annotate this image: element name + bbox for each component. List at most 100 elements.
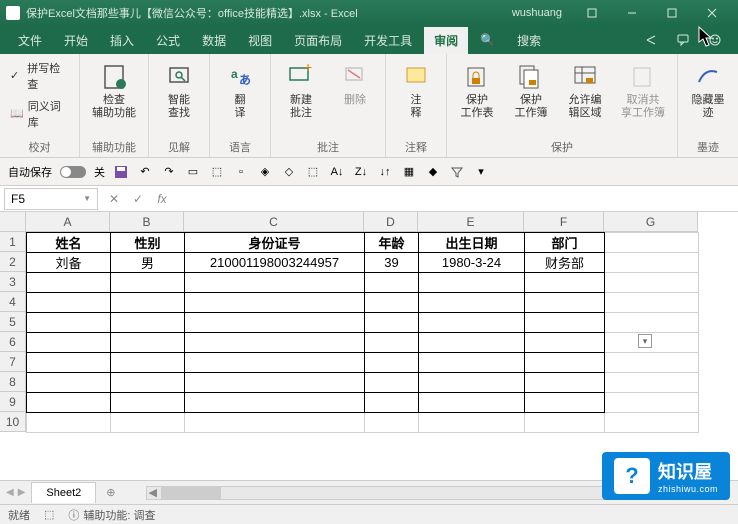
- user-name[interactable]: wushuang: [512, 7, 562, 19]
- tab-dev[interactable]: 开发工具: [354, 27, 422, 54]
- data-table[interactable]: 姓名 性别 身份证号 年龄 出生日期 部门 刘备 男 2100011980032…: [26, 232, 699, 433]
- window-title: 保护Excel文档那些事儿【微信公众号：office技能精选】.xlsx - E…: [26, 5, 502, 21]
- save-qat-icon[interactable]: [113, 164, 129, 180]
- svg-text:+: +: [304, 62, 312, 75]
- qat-tool-5[interactable]: ◇: [281, 164, 297, 180]
- group-protect: 保护 工作表 保护 工作簿 允许编 辑区域 取消共 享工作簿 保护: [447, 54, 678, 157]
- watermark-name: 知识屋: [658, 458, 718, 484]
- col-header-C[interactable]: C: [184, 212, 364, 232]
- tab-home[interactable]: 开始: [54, 27, 98, 54]
- qat-tool-2[interactable]: ⬚: [209, 164, 225, 180]
- eraser-icon[interactable]: ◆: [425, 164, 441, 180]
- thesaurus-button[interactable]: 📖同义词库: [6, 96, 73, 132]
- col-header-F[interactable]: F: [524, 212, 604, 232]
- borders-icon[interactable]: ▦: [401, 164, 417, 180]
- autosave-toggle[interactable]: [60, 166, 86, 178]
- maximize-button[interactable]: [652, 0, 692, 26]
- select-all-corner[interactable]: [0, 212, 26, 232]
- tab-layout[interactable]: 页面布局: [284, 27, 352, 54]
- cursor-icon: [698, 26, 714, 48]
- watermark: ? 知识屋 zhishiwu.com: [602, 452, 730, 500]
- status-accessibility[interactable]: ⓘ辅助功能: 调查: [68, 507, 155, 523]
- row-header-1[interactable]: 1: [0, 232, 26, 252]
- accept-fx-button[interactable]: ✓: [126, 188, 150, 210]
- sort-asc-icon[interactable]: A↓: [329, 164, 345, 180]
- cell-D1: 年龄: [365, 233, 419, 253]
- smart-lookup-button[interactable]: 智能 查找: [155, 58, 203, 124]
- sheet-tab[interactable]: Sheet2: [31, 482, 96, 503]
- col-header-G[interactable]: G: [604, 212, 698, 232]
- quick-access-toolbar: 自动保存 关 ↶ ↷ ▭ ⬚ ▫ ◈ ◇ ⬚ A↓ Z↓ ↓↑ ▦ ◆ ▾: [0, 158, 738, 186]
- col-header-A[interactable]: A: [26, 212, 110, 232]
- spreadsheet-grid[interactable]: A B C D E F G 12345678910 姓名 性别 身份证号 年龄 …: [0, 212, 738, 472]
- spell-check-button[interactable]: ✓拼写检查: [6, 58, 73, 94]
- share-button[interactable]: [636, 28, 666, 52]
- svg-text:a: a: [231, 67, 238, 81]
- hide-ink-button[interactable]: 隐藏墨 迹: [684, 58, 732, 124]
- sort-desc-icon[interactable]: Z↓: [353, 164, 369, 180]
- translate-button[interactable]: aあ翻 译: [216, 58, 264, 124]
- ribbon: ✓拼写检查 📖同义词库 校对 检查 辅助功能 辅助功能 智能 查找 见解 aあ翻…: [0, 54, 738, 158]
- paste-options-button[interactable]: ▾: [638, 334, 652, 348]
- qat-tool-6[interactable]: ⬚: [305, 164, 321, 180]
- tab-search-icon[interactable]: 🔍: [470, 28, 505, 52]
- watermark-url: zhishiwu.com: [658, 484, 718, 494]
- allow-edit-ranges-button[interactable]: 允许编 辑区域: [561, 58, 609, 124]
- row-header-7[interactable]: 7: [0, 352, 26, 372]
- tab-view[interactable]: 视图: [238, 27, 282, 54]
- ribbon-display-button[interactable]: [572, 0, 612, 26]
- row-header-5[interactable]: 5: [0, 312, 26, 332]
- delete-comment-button[interactable]: 删除: [331, 58, 379, 111]
- formula-bar: F5▼ ✕ ✓ fx: [0, 186, 738, 212]
- cancel-fx-button[interactable]: ✕: [102, 188, 126, 210]
- undo-icon[interactable]: ↶: [137, 164, 153, 180]
- redo-icon[interactable]: ↷: [161, 164, 177, 180]
- formula-input[interactable]: [174, 188, 738, 210]
- tab-insert[interactable]: 插入: [100, 27, 144, 54]
- comments-button[interactable]: [668, 28, 698, 52]
- close-button[interactable]: [692, 0, 732, 26]
- autosave-label: 自动保存: [8, 164, 52, 180]
- cell-C1: 身份证号: [185, 233, 365, 253]
- row-header-9[interactable]: 9: [0, 392, 26, 412]
- tab-review[interactable]: 审阅: [424, 27, 468, 54]
- sheet-nav[interactable]: ◀▶: [0, 487, 31, 498]
- cell-A2: 刘备: [27, 253, 111, 273]
- tab-formulas[interactable]: 公式: [146, 27, 190, 54]
- row-header-10[interactable]: 10: [0, 412, 26, 432]
- cell-E1: 出生日期: [419, 233, 525, 253]
- notes-button[interactable]: 注 释: [392, 58, 440, 124]
- qat-tool-1[interactable]: ▭: [185, 164, 201, 180]
- filter-icon[interactable]: [449, 164, 465, 180]
- unshare-workbook-button[interactable]: 取消共 享工作簿: [615, 58, 671, 124]
- qat-tool-4[interactable]: ◈: [257, 164, 273, 180]
- status-scroll-icon: ⬚: [44, 508, 54, 521]
- row-header-2[interactable]: 2: [0, 252, 26, 272]
- qat-tool-3[interactable]: ▫: [233, 164, 249, 180]
- col-header-E[interactable]: E: [418, 212, 524, 232]
- group-language: aあ翻 译 语言: [210, 54, 271, 157]
- tab-file[interactable]: 文件: [8, 27, 52, 54]
- col-header-B[interactable]: B: [110, 212, 184, 232]
- row-header-6[interactable]: 6: [0, 332, 26, 352]
- protect-sheet-button[interactable]: 保护 工作表: [453, 58, 501, 124]
- qat-more-icon[interactable]: ▾: [473, 164, 489, 180]
- row-header-8[interactable]: 8: [0, 372, 26, 392]
- row-header-3[interactable]: 3: [0, 272, 26, 292]
- sort-custom-icon[interactable]: ↓↑: [377, 164, 393, 180]
- row-header-4[interactable]: 4: [0, 292, 26, 312]
- minimize-button[interactable]: [612, 0, 652, 26]
- col-header-D[interactable]: D: [364, 212, 418, 232]
- protect-workbook-button[interactable]: 保护 工作簿: [507, 58, 555, 124]
- new-comment-button[interactable]: +新建 批注: [277, 58, 325, 124]
- name-box[interactable]: F5▼: [4, 188, 98, 210]
- tab-data[interactable]: 数据: [192, 27, 236, 54]
- group-notes: 注 释 注释: [386, 54, 447, 157]
- status-ready: 就绪: [8, 507, 30, 523]
- add-sheet-button[interactable]: ⊕: [96, 482, 125, 503]
- group-comments: +新建 批注 删除 批注: [271, 54, 386, 157]
- fx-button[interactable]: fx: [150, 188, 174, 210]
- check-accessibility-button[interactable]: 检查 辅助功能: [86, 58, 142, 124]
- save-icon[interactable]: [6, 6, 20, 20]
- tab-search[interactable]: 搜索: [507, 27, 551, 54]
